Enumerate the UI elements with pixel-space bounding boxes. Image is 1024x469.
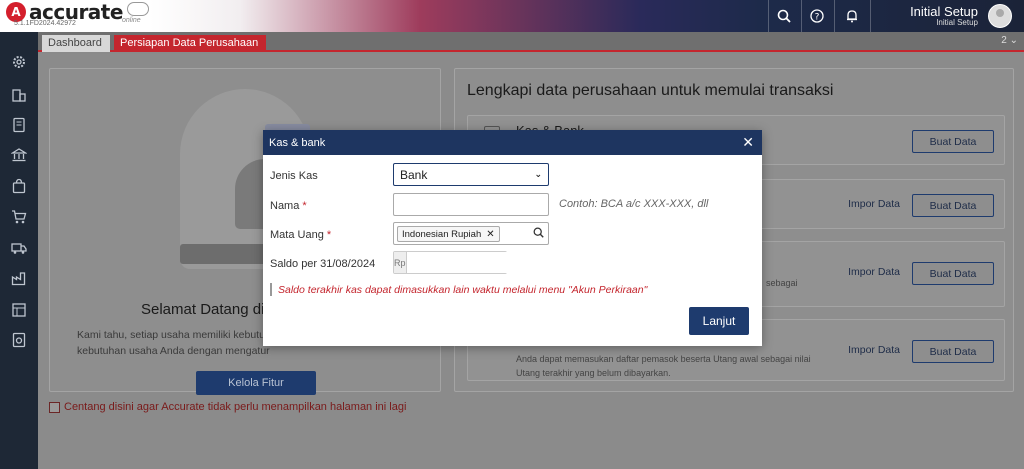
jenis-kas-label: Jenis Kas xyxy=(270,170,318,182)
nama-hint: Contoh: BCA a/c XXX-XXX, dll xyxy=(559,198,709,210)
tab-persiapan-data[interactable]: Persiapan Data Perusahaan xyxy=(114,35,266,52)
app-version: 5.1.1FD2024.42972 xyxy=(14,20,76,27)
impor-data-link[interactable]: Impor Data xyxy=(848,198,900,210)
mata-uang-label: Mata Uang * xyxy=(270,229,331,241)
jenis-kas-value: Bank xyxy=(400,167,428,182)
tab-count-dropdown[interactable]: 2 ⌄ xyxy=(1001,35,1018,46)
kas-bank-modal: Kas & bank ✕ Jenis Kas Bank ⌄ Nama * Cont… xyxy=(263,130,762,346)
app-edition: online xyxy=(122,17,141,24)
tab-dashboard[interactable]: Dashboard xyxy=(42,35,110,52)
impor-data-link[interactable]: Impor Data xyxy=(848,344,900,356)
modal-header: Kas & bank ✕ xyxy=(263,130,762,155)
hide-page-label: Centang disini agar Accurate tidak perlu… xyxy=(64,401,407,413)
cloud-icon xyxy=(126,2,149,16)
option-description: Utang terakhir yang belum dibayarkan. xyxy=(516,368,671,378)
welcome-title: Selamat Datang di A xyxy=(141,301,278,318)
factory-icon[interactable] xyxy=(9,268,29,288)
currency-tag: Indonesian Rupiah ✕ xyxy=(397,226,500,242)
nama-label-text: Nama xyxy=(270,200,300,212)
top-bar: A accurate 5.1.1FD2024.42972 online ? In… xyxy=(0,0,1024,32)
help-icon[interactable]: ? xyxy=(808,7,826,25)
required-asterisk: * xyxy=(326,229,332,241)
option-description: sebagai xyxy=(766,278,798,288)
mata-uang-label-text: Mata Uang xyxy=(270,229,324,241)
gear-icon[interactable] xyxy=(9,52,29,72)
topbar-divider xyxy=(870,0,871,32)
kelola-fitur-button[interactable]: Kelola Fitur xyxy=(196,371,316,395)
bag-icon[interactable] xyxy=(9,176,29,196)
user-subtitle: Initial Setup xyxy=(936,18,978,27)
buat-data-button[interactable]: Buat Data xyxy=(912,194,994,217)
impor-data-link[interactable]: Impor Data xyxy=(848,266,900,278)
report-icon[interactable] xyxy=(9,300,29,320)
option-description: Anda dapat memasukan daftar pemasok bese… xyxy=(516,354,811,364)
building-icon[interactable] xyxy=(9,84,29,104)
saldo-field[interactable]: Rp xyxy=(393,251,584,274)
search-icon[interactable] xyxy=(533,227,544,241)
truck-icon[interactable] xyxy=(9,238,29,258)
bank-icon[interactable] xyxy=(9,145,29,165)
note-bar xyxy=(270,283,272,296)
setup-title: Lengkapi data perusahaan untuk memulai t… xyxy=(467,82,834,99)
jenis-kas-select[interactable]: Bank ⌄ xyxy=(393,163,549,186)
saldo-input[interactable] xyxy=(406,252,584,273)
saldo-note: Saldo terakhir kas dapat dimasukkan lain… xyxy=(278,284,648,296)
topbar-divider xyxy=(834,0,835,32)
close-icon[interactable]: ✕ xyxy=(742,135,754,151)
nama-input[interactable] xyxy=(393,193,549,216)
topbar-divider xyxy=(801,0,802,32)
currency-prefix: Rp xyxy=(394,252,407,273)
remove-tag-icon[interactable]: ✕ xyxy=(486,229,494,240)
required-asterisk: * xyxy=(302,200,307,212)
chevron-down-icon: ⌄ xyxy=(534,169,542,180)
saldo-label: Saldo per 31/08/2024 xyxy=(270,258,376,270)
user-name[interactable]: Initial Setup xyxy=(910,4,978,19)
search-icon[interactable] xyxy=(775,7,793,25)
modal-title: Kas & bank xyxy=(269,136,326,149)
lanjut-button[interactable]: Lanjut xyxy=(689,307,749,335)
ledger-icon[interactable] xyxy=(9,115,29,135)
currency-tag-label: Indonesian Rupiah xyxy=(402,228,482,240)
mata-uang-field[interactable]: Indonesian Rupiah ✕ xyxy=(393,222,549,245)
buat-data-button[interactable]: Buat Data xyxy=(912,130,994,153)
buat-data-button[interactable]: Buat Data xyxy=(912,340,994,363)
hide-page-checkbox[interactable] xyxy=(49,401,60,413)
avatar[interactable] xyxy=(988,4,1012,28)
nama-label: Nama * xyxy=(270,200,307,212)
settings-doc-icon[interactable] xyxy=(9,330,29,350)
logo-text: accurate xyxy=(29,0,123,24)
tab-bar: Dashboard Persiapan Data Perusahaan 2 ⌄ xyxy=(38,32,1024,52)
buat-data-button[interactable]: Buat Data xyxy=(912,262,994,285)
hide-page-checkbox-row[interactable]: Centang disini agar Accurate tidak perlu… xyxy=(49,401,406,413)
bell-icon[interactable] xyxy=(843,7,861,25)
cart-icon[interactable] xyxy=(9,207,29,227)
topbar-divider xyxy=(768,0,769,32)
logo-mark: A xyxy=(6,2,26,22)
sidebar xyxy=(0,32,38,469)
svg-text:?: ? xyxy=(815,13,820,23)
